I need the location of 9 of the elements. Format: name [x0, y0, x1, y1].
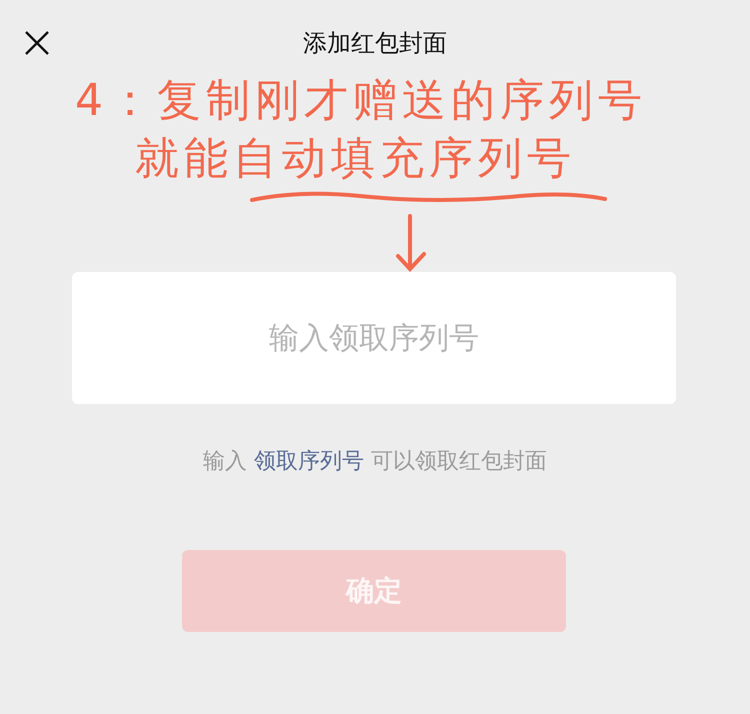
- hint-text: 可以领取红包封面: [371, 449, 547, 474]
- annotation-text: 就能自动填充序列号: [135, 133, 576, 184]
- annotation-text: 4：复制刚才赠送的序列号: [75, 75, 647, 126]
- arrow-icon: [396, 214, 426, 272]
- close-icon[interactable]: [24, 30, 50, 56]
- serial-number-field[interactable]: 输入领取序列号: [72, 272, 676, 404]
- serial-number-link[interactable]: 领取序列号: [254, 449, 364, 474]
- window-title: 添加红包封面: [303, 29, 447, 57]
- hint-text: 输入: [203, 449, 247, 474]
